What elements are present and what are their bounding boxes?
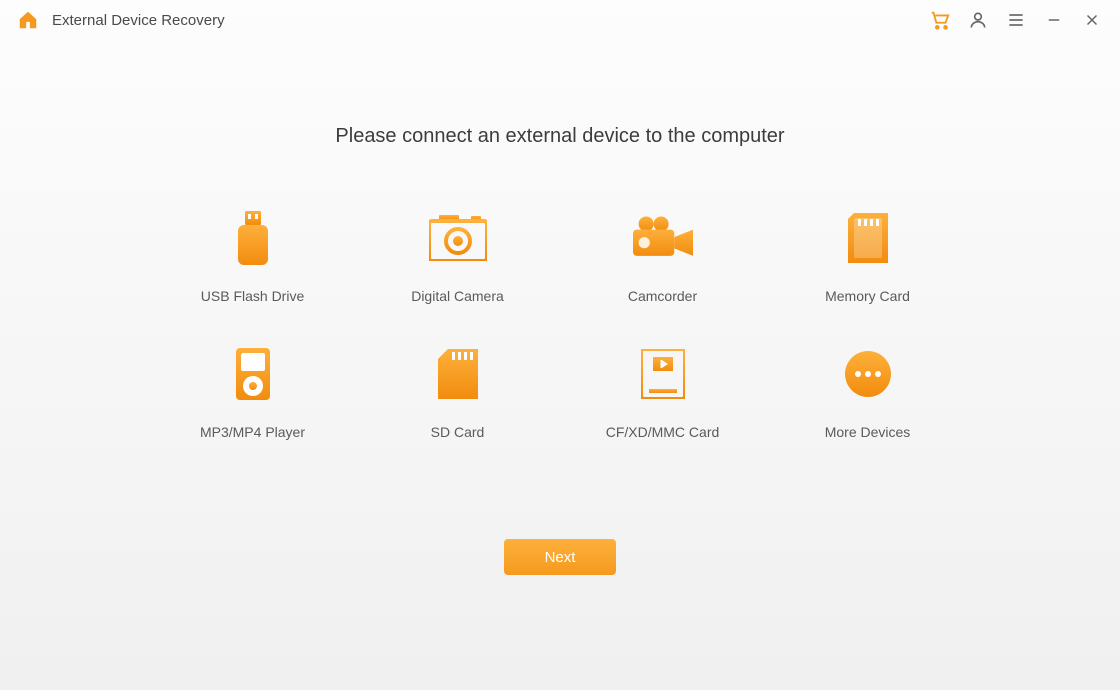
menu-button[interactable] bbox=[1004, 8, 1028, 32]
device-label: USB Flash Drive bbox=[201, 288, 304, 304]
titlebar-left: External Device Recovery bbox=[16, 8, 225, 32]
device-label: Camcorder bbox=[628, 288, 697, 304]
mp3-player-icon bbox=[223, 344, 283, 404]
device-label: More Devices bbox=[825, 424, 911, 440]
device-camcorder[interactable]: Camcorder bbox=[560, 208, 765, 304]
sd-card-icon bbox=[428, 344, 488, 404]
cart-button[interactable] bbox=[928, 8, 952, 32]
close-button[interactable] bbox=[1080, 8, 1104, 32]
usb-flash-drive-icon bbox=[223, 208, 283, 268]
cf-card-icon bbox=[633, 344, 693, 404]
main-content: Please connect an external device to the… bbox=[0, 40, 1120, 440]
titlebar-right bbox=[928, 8, 1104, 32]
close-icon bbox=[1083, 11, 1101, 29]
device-memory-card[interactable]: Memory Card bbox=[765, 208, 970, 304]
home-icon bbox=[17, 9, 39, 31]
more-devices-icon bbox=[838, 344, 898, 404]
home-button[interactable] bbox=[16, 8, 40, 32]
minimize-button[interactable] bbox=[1042, 8, 1066, 32]
device-more-devices[interactable]: More Devices bbox=[765, 344, 970, 440]
minimize-icon bbox=[1045, 11, 1063, 29]
user-icon bbox=[968, 10, 988, 30]
instruction-text: Please connect an external device to the… bbox=[0, 125, 1120, 148]
titlebar: External Device Recovery bbox=[0, 0, 1120, 40]
menu-icon bbox=[1006, 10, 1026, 30]
camcorder-icon bbox=[633, 208, 693, 268]
device-label: MP3/MP4 Player bbox=[200, 424, 305, 440]
account-button[interactable] bbox=[966, 8, 990, 32]
device-label: Digital Camera bbox=[411, 288, 504, 304]
device-grid: USB Flash Drive Digital Camera bbox=[150, 208, 970, 440]
device-digital-camera[interactable]: Digital Camera bbox=[355, 208, 560, 304]
device-label: CF/XD/MMC Card bbox=[606, 424, 720, 440]
device-usb-flash-drive[interactable]: USB Flash Drive bbox=[150, 208, 355, 304]
device-label: SD Card bbox=[431, 424, 485, 440]
memory-card-icon bbox=[838, 208, 898, 268]
device-mp3-mp4-player[interactable]: MP3/MP4 Player bbox=[150, 344, 355, 440]
device-label: Memory Card bbox=[825, 288, 910, 304]
cart-icon bbox=[929, 9, 951, 31]
device-sd-card[interactable]: SD Card bbox=[355, 344, 560, 440]
next-button[interactable]: Next bbox=[504, 539, 616, 575]
app-title: External Device Recovery bbox=[52, 12, 225, 29]
digital-camera-icon bbox=[428, 208, 488, 268]
device-cf-xd-mmc-card[interactable]: CF/XD/MMC Card bbox=[560, 344, 765, 440]
